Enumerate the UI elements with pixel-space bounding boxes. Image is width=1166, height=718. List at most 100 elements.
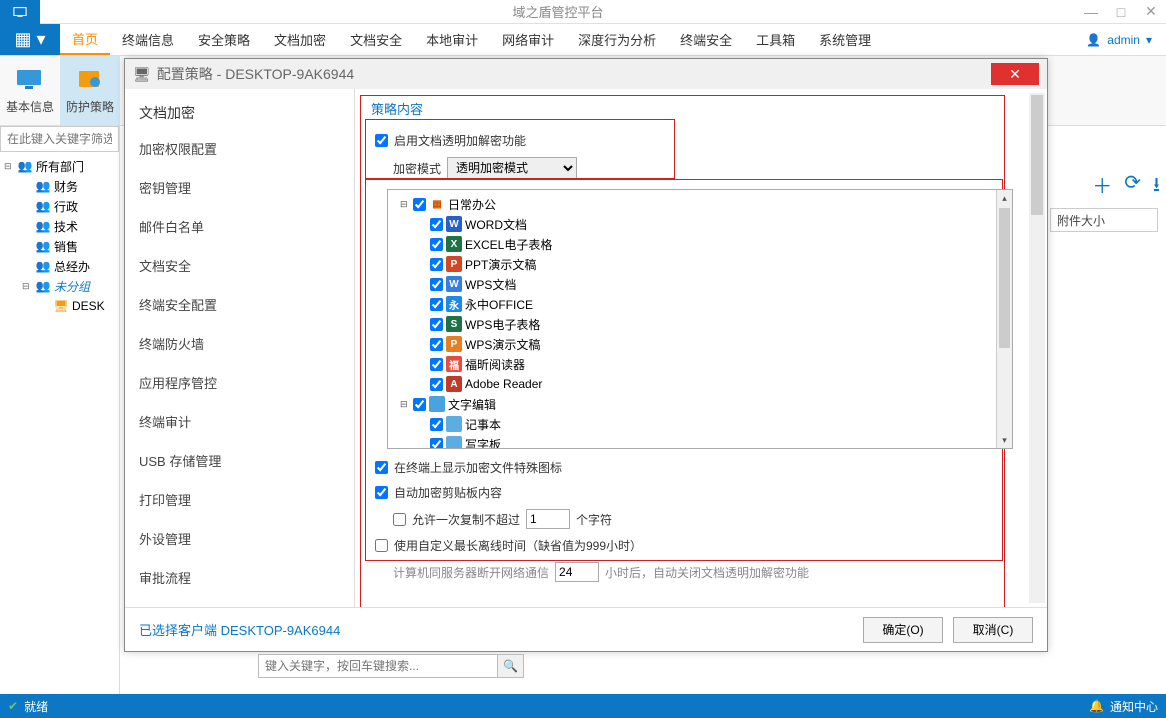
filetype-checkbox[interactable] xyxy=(430,278,443,291)
menu-item-5[interactable]: 本地审计 xyxy=(414,24,490,55)
user-menu[interactable]: 👤 admin ▾ xyxy=(1072,24,1166,55)
filetype-node-4[interactable]: WWPS文档 xyxy=(392,274,1008,294)
search-input[interactable] xyxy=(258,654,498,678)
refresh-button[interactable]: ⟳ xyxy=(1124,170,1141,204)
filetype-checkbox[interactable] xyxy=(413,398,426,411)
scroll-down-button[interactable]: ▾ xyxy=(997,432,1012,448)
dept-node-7[interactable]: 🖥DESK xyxy=(0,296,119,316)
policy-sidebar: 文档加密 加密权限配置密钥管理邮件白名单文档安全终端安全配置终端防火墙应用程序管… xyxy=(125,89,355,607)
menu-item-7[interactable]: 深度行为分析 xyxy=(566,24,668,55)
filetype-node-7[interactable]: PWPS演示文稿 xyxy=(392,334,1008,354)
policy-sidebar-item-3[interactable]: 文档安全 xyxy=(125,246,354,285)
dept-node-2[interactable]: 👥行政 xyxy=(0,196,119,216)
policy-sidebar-item-8[interactable]: USB 存储管理 xyxy=(125,441,354,480)
dialog-close-button[interactable]: ✕ xyxy=(991,63,1039,85)
notify-center[interactable]: 通知中心 xyxy=(1110,698,1158,715)
filetype-checkbox[interactable] xyxy=(430,298,443,311)
filetype-node-10[interactable]: ⊟文字编辑 xyxy=(392,394,1008,414)
footer-selection-text: 已选择客户端 DESKTOP-9AK6944 xyxy=(139,620,340,639)
filetype-node-12[interactable]: 写字板 xyxy=(392,434,1008,449)
filetype-checkbox[interactable] xyxy=(430,358,443,371)
bell-icon[interactable]: 🔔 xyxy=(1089,699,1104,713)
filetype-checkbox[interactable] xyxy=(430,418,443,431)
policy-sidebar-item-9[interactable]: 打印管理 xyxy=(125,480,354,519)
menu-item-4[interactable]: 文档安全 xyxy=(338,24,414,55)
filetype-checkbox[interactable] xyxy=(430,438,443,450)
filetype-checkbox[interactable] xyxy=(413,198,426,211)
menu-item-3[interactable]: 文档加密 xyxy=(262,24,338,55)
filetype-checkbox[interactable] xyxy=(430,218,443,231)
dept-node-6[interactable]: ⊟👥未分组 xyxy=(0,276,119,296)
disconnect-hours[interactable] xyxy=(555,562,599,582)
search-button[interactable]: 🔍 xyxy=(498,654,524,678)
content-scrollbar[interactable] xyxy=(1029,93,1045,603)
filetype-node-2[interactable]: XEXCEL电子表格 xyxy=(392,234,1008,254)
ok-button[interactable]: 确定(O) xyxy=(863,617,943,643)
menu-item-2[interactable]: 安全策略 xyxy=(186,24,262,55)
menu-item-1[interactable]: 终端信息 xyxy=(110,24,186,55)
policy-sidebar-item-0[interactable]: 加密权限配置 xyxy=(125,129,354,168)
auto-clipboard-checkbox[interactable] xyxy=(375,486,388,499)
policy-sidebar-item-10[interactable]: 外设管理 xyxy=(125,519,354,558)
allow-copy-checkbox[interactable] xyxy=(393,513,406,526)
policy-sidebar-item-12[interactable]: 附属功能 xyxy=(125,597,354,607)
filetype-checkbox[interactable] xyxy=(430,318,443,331)
filetype-node-6[interactable]: SWPS电子表格 xyxy=(392,314,1008,334)
filetype-node-9[interactable]: AAdobe Reader xyxy=(392,374,1008,394)
app-menu-button[interactable]: ▦ ▾ xyxy=(0,24,60,55)
maximize-button[interactable]: □ xyxy=(1106,0,1136,24)
dept-node-0[interactable]: ⊟👥所有部门 xyxy=(0,156,119,176)
policy-sidebar-item-4[interactable]: 终端安全配置 xyxy=(125,285,354,324)
close-button[interactable]: ✕ xyxy=(1136,0,1166,24)
download-button[interactable]: ⭳ xyxy=(1153,170,1160,204)
policy-sidebar-item-2[interactable]: 邮件白名单 xyxy=(125,207,354,246)
filetype-node-5[interactable]: 永永中OFFICE xyxy=(392,294,1008,314)
encryption-mode-select[interactable]: 透明加密模式 xyxy=(447,157,577,179)
show-icon-checkbox[interactable] xyxy=(375,461,388,474)
policy-sidebar-item-1[interactable]: 密钥管理 xyxy=(125,168,354,207)
app-title: 域之盾管控平台 xyxy=(40,2,1076,21)
scroll-thumb[interactable] xyxy=(999,208,1010,348)
policy-sidebar-item-7[interactable]: 终端审计 xyxy=(125,402,354,441)
filetype-checkbox[interactable] xyxy=(430,258,443,271)
policy-sidebar-item-5[interactable]: 终端防火墙 xyxy=(125,324,354,363)
menu-item-9[interactable]: 工具箱 xyxy=(744,24,807,55)
filetype-node-8[interactable]: 福福昕阅读器 xyxy=(392,354,1008,374)
app-icon xyxy=(0,0,40,24)
enable-encryption-checkbox[interactable] xyxy=(375,134,388,147)
disconnect-label-pre: 计算机同服务器断开网络通信 xyxy=(393,564,549,581)
filetype-node-1[interactable]: WWORD文档 xyxy=(392,214,1008,234)
allow-copy-label-pre: 允许一次复制不超过 xyxy=(412,511,520,528)
menu-item-0[interactable]: 首页 xyxy=(60,24,110,55)
menu-item-10[interactable]: 系统管理 xyxy=(807,24,883,55)
menu-item-6[interactable]: 网络审计 xyxy=(490,24,566,55)
dept-node-1[interactable]: 👥财务 xyxy=(0,176,119,196)
tool-monitor[interactable]: 基本信息 xyxy=(0,56,60,125)
filetype-tree[interactable]: ⊟▦日常办公WWORD文档XEXCEL电子表格PPPT演示文稿WWPS文档永永中… xyxy=(387,189,1013,449)
dept-node-3[interactable]: 👥技术 xyxy=(0,216,119,236)
scroll-up-button[interactable]: ▴ xyxy=(997,190,1012,206)
custom-offline-label: 使用自定义最长离线时间（缺省值为999小时） xyxy=(394,537,642,554)
filetype-node-3[interactable]: PPPT演示文稿 xyxy=(392,254,1008,274)
show-icon-label: 在终端上显示加密文件特殊图标 xyxy=(394,459,562,476)
dept-node-4[interactable]: 👥销售 xyxy=(0,236,119,256)
department-filter-input[interactable] xyxy=(0,126,119,152)
scrollbar[interactable]: ▴ ▾ xyxy=(996,190,1012,448)
titlebar: 域之盾管控平台 — □ ✕ xyxy=(0,0,1166,24)
minimize-button[interactable]: — xyxy=(1076,0,1106,24)
policy-sidebar-item-6[interactable]: 应用程序管控 xyxy=(125,363,354,402)
attachment-size-column[interactable]: 附件大小 xyxy=(1050,208,1158,232)
tool-shield[interactable]: 防护策略 xyxy=(60,56,120,125)
custom-offline-checkbox[interactable] xyxy=(375,539,388,552)
dept-node-5[interactable]: 👥总经办 xyxy=(0,256,119,276)
filetype-checkbox[interactable] xyxy=(430,378,443,391)
filetype-checkbox[interactable] xyxy=(430,238,443,251)
filetype-node-11[interactable]: 记事本 xyxy=(392,414,1008,434)
filetype-checkbox[interactable] xyxy=(430,338,443,351)
filetype-node-0[interactable]: ⊟▦日常办公 xyxy=(392,194,1008,214)
add-button[interactable]: ＋ xyxy=(1092,170,1112,204)
allow-copy-value[interactable] xyxy=(526,509,570,529)
menu-item-8[interactable]: 终端安全 xyxy=(668,24,744,55)
cancel-button[interactable]: 取消(C) xyxy=(953,617,1033,643)
policy-sidebar-item-11[interactable]: 审批流程 xyxy=(125,558,354,597)
